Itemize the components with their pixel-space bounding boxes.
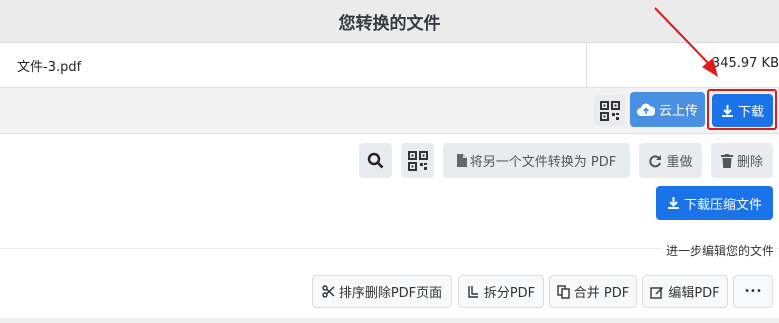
- redo-icon: [648, 154, 662, 168]
- scissors-icon: [322, 285, 335, 298]
- search-button[interactable]: [359, 143, 392, 178]
- download-label: 下载: [737, 105, 764, 120]
- annotation-arrow-icon: [654, 7, 718, 77]
- download-zip-label: 下载压缩文件: [683, 197, 762, 213]
- redo-button[interactable]: 重做: [639, 143, 702, 178]
- file-icon: [456, 154, 467, 167]
- download-zip-button[interactable]: 下载压缩文件: [656, 186, 773, 220]
- edit-pdf-label: 编辑PDF: [668, 286, 720, 301]
- delete-button[interactable]: 删除: [711, 143, 773, 178]
- edit-pdf-button[interactable]: 编辑PDF: [642, 275, 728, 308]
- merge-pdf-button[interactable]: 合并 PDF: [549, 275, 637, 308]
- edit-icon: [650, 285, 664, 299]
- qr-code-button[interactable]: [594, 95, 625, 126]
- bottom-border: [0, 318, 779, 323]
- reorder-delete-pages-button[interactable]: 排序删除PDF页面: [312, 275, 452, 308]
- column-divider: [586, 43, 587, 88]
- more-options-button[interactable]: •••: [733, 275, 773, 308]
- split-icon: [467, 285, 480, 298]
- qr-code-icon: [407, 150, 428, 171]
- page-title: 您转换的文件: [338, 13, 441, 34]
- convert-another-button[interactable]: 将另一个文件转换为 PDF: [443, 143, 630, 178]
- qr-code-icon: [599, 100, 620, 121]
- convert-another-label: 将另一个文件转换为 PDF: [469, 155, 617, 170]
- trash-icon: [720, 153, 733, 168]
- delete-label: 删除: [736, 155, 763, 170]
- merge-label: 合并 PDF: [573, 286, 630, 301]
- cloud-upload-button[interactable]: 云上传: [630, 92, 705, 127]
- qr-code-button-2[interactable]: [401, 143, 434, 178]
- cloud-upload-label: 云上传: [658, 104, 698, 119]
- reorder-label: 排序删除PDF页面: [338, 286, 443, 301]
- copy-icon: [557, 284, 570, 299]
- download-icon: [721, 104, 734, 118]
- file-name: 文件-3.pdf: [17, 60, 82, 75]
- download-button[interactable]: 下载: [712, 94, 773, 127]
- split-label: 拆分PDF: [483, 286, 536, 301]
- split-pdf-button[interactable]: 拆分PDF: [458, 275, 544, 308]
- more-label: •••: [744, 286, 762, 297]
- redo-label: 重做: [666, 155, 693, 170]
- edit-section-caption: 进一步编辑您的文件: [661, 242, 774, 259]
- search-icon: [367, 152, 384, 169]
- download-icon: [667, 196, 680, 210]
- cloud-upload-icon: [636, 103, 655, 117]
